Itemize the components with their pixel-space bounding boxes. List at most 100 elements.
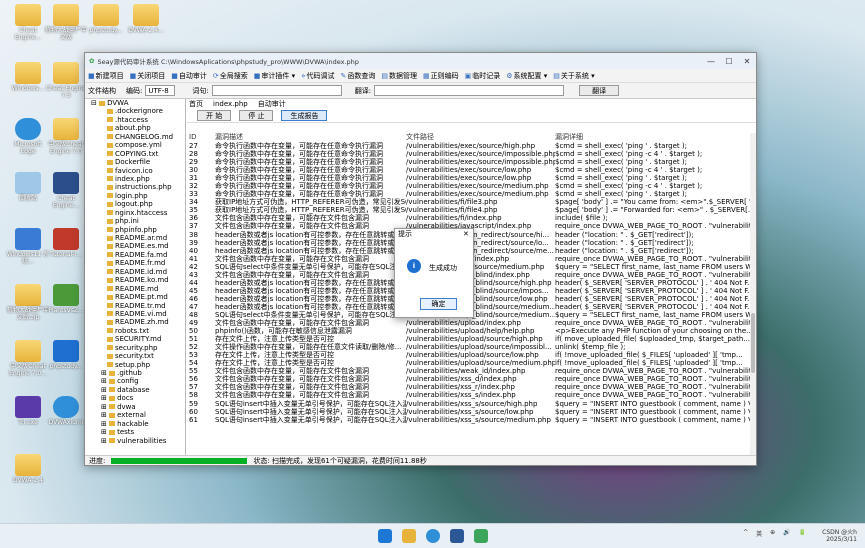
tree-file[interactable]: security.txt: [85, 352, 185, 360]
report-button[interactable]: 生成报告: [281, 110, 328, 121]
desktop-icon[interactable]: DVWA-2.4: [6, 454, 50, 484]
ime-indicator[interactable]: 英: [756, 529, 762, 543]
table-row[interactable]: 51 存在文件上传，注意上传类型是否可控/vulnerabilities/uplo…: [187, 335, 750, 343]
tree-folder[interactable]: ⊞ config: [85, 377, 185, 385]
desktop-icon[interactable]: Tutorial-i...: [44, 228, 88, 258]
edge-icon[interactable]: [426, 529, 440, 543]
desktop-icon[interactable]: 中文版Cheat Engine 7.0: [44, 118, 88, 155]
table-row[interactable]: 55 文件包含函数中存在变量，可能存在文件包含漏洞/vulnerabilities…: [187, 367, 750, 375]
menu-plugins[interactable]: ■审计插件 ▾: [254, 71, 295, 81]
table-row[interactable]: 61 SQL语句insert中插入变量无单引号保护，可能存在SQL注入漏洞/vul…: [187, 416, 750, 424]
ok-button[interactable]: 确定: [420, 298, 457, 310]
desktop-icon[interactable]: DVWAxiumi: [44, 396, 88, 426]
tree-file[interactable]: compose.yml: [85, 141, 185, 149]
desktop-icon[interactable]: Cheat Engine...: [44, 172, 88, 209]
tree-file[interactable]: index.php: [85, 175, 185, 183]
table-row[interactable]: 36 文件包含函数中存在变量，可能存在文件包含漏洞/vulnerabilities…: [187, 214, 750, 222]
tree-file[interactable]: README.fa.md: [85, 251, 185, 259]
tree-folder[interactable]: ⊞ .github: [85, 369, 185, 377]
tray-chevron-icon[interactable]: ^: [743, 529, 748, 543]
tree-file[interactable]: README.vi.md: [85, 310, 185, 318]
tree-file[interactable]: CHANGELOG.md: [85, 133, 185, 141]
tree-file[interactable]: logout.php: [85, 200, 185, 208]
table-row[interactable]: 28 命令执行函数中存在变量，可能存在任意命令执行漏洞/vulnerabiliti…: [187, 150, 750, 158]
tree-file[interactable]: phpinfo.php: [85, 226, 185, 234]
table-row[interactable]: 30 命令执行函数中存在变量，可能存在任意命令执行漏洞/vulnerabiliti…: [187, 166, 750, 174]
tree-file[interactable]: .htaccess: [85, 116, 185, 124]
tree-folder[interactable]: ⊞ hackable: [85, 420, 185, 428]
header-desc[interactable]: 漏洞描述: [215, 133, 406, 142]
menu-function-query[interactable]: ✎函数查询: [341, 71, 376, 81]
table-row[interactable]: 52 文件操作函数中存在变量，可能存在任意文件读取/删除/修... /vulnera…: [187, 343, 750, 351]
volume-icon[interactable]: 🔊: [783, 529, 790, 543]
menu-system-config[interactable]: ⚙系统配置 ▾: [506, 71, 547, 81]
tree-file[interactable]: README.es.md: [85, 242, 185, 250]
tree-file[interactable]: README.id.md: [85, 268, 185, 276]
store-icon[interactable]: [450, 529, 464, 543]
menu-about[interactable]: ▤关于系统 ▾: [553, 71, 594, 81]
table-row[interactable]: 53 存在文件上传，注意上传类型是否可控/vulnerabilities/uplo…: [187, 351, 750, 359]
tree-file[interactable]: security.php: [85, 344, 185, 352]
tree-file[interactable]: README.tr.md: [85, 302, 185, 310]
dialog-close-button[interactable]: ✕: [463, 229, 473, 240]
tree-file[interactable]: README.pt.md: [85, 293, 185, 301]
tree-folder[interactable]: ⊞ dvwa: [85, 403, 185, 411]
vertical-scrollbar[interactable]: [750, 133, 756, 457]
tree-file[interactable]: instructions.php: [85, 183, 185, 191]
desktop-icon[interactable]: DVWA-2.4...: [124, 4, 168, 34]
stop-button[interactable]: 停 止: [239, 110, 274, 121]
table-row[interactable]: 49 文件包含函数中存在变量，可能存在文件包含漏洞/vulnerabilities…: [187, 319, 750, 327]
tab-home[interactable]: 首页: [189, 99, 203, 109]
tree-file[interactable]: setup.php: [85, 361, 185, 369]
tree-folder[interactable]: ⊞ external: [85, 411, 185, 419]
tree-file[interactable]: README.md: [85, 285, 185, 293]
tree-file[interactable]: login.php: [85, 192, 185, 200]
header-id[interactable]: ID: [187, 133, 215, 142]
maximize-button[interactable]: ☐: [720, 57, 738, 66]
menu-auto-audit[interactable]: ■自动审计: [171, 71, 207, 81]
menu-new-project[interactable]: ■新建项目: [88, 71, 124, 81]
table-row[interactable]: 59 SQL语句insert中插入变量无单引号保护，可能存在SQL注入漏洞/vul…: [187, 400, 750, 408]
encoding-select[interactable]: UTF-8: [145, 85, 176, 96]
tab-auto-audit[interactable]: 自动审计: [258, 99, 286, 109]
battery-icon[interactable]: 🔋: [799, 529, 806, 543]
tree-folder[interactable]: ⊞ database: [85, 386, 185, 394]
start-icon[interactable]: [378, 529, 392, 543]
tree-file[interactable]: README.fr.md: [85, 259, 185, 267]
table-row[interactable]: 29 命令执行函数中存在变量，可能存在任意命令执行漏洞/vulnerabiliti…: [187, 158, 750, 166]
tree-file[interactable]: Dockerfile: [85, 158, 185, 166]
tree-folder[interactable]: ⊞ vulnerabilities: [85, 437, 185, 445]
scroll-thumb[interactable]: [751, 313, 755, 373]
table-row[interactable]: 56 文件包含函数中存在变量，可能存在文件包含漏洞/vulnerabilities…: [187, 375, 750, 383]
tab-index-php[interactable]: index.php: [213, 100, 248, 108]
header-path[interactable]: 文件路径: [406, 133, 555, 142]
tree-root[interactable]: ⊟ DVWA: [85, 99, 185, 107]
clock[interactable]: CSDN @火h 2025/3/11: [814, 529, 857, 543]
title-bar[interactable]: ✿ Seay源代码审计系统 C:\WindowsAplications\phps…: [85, 53, 756, 69]
desktop-icon[interactable]: phpstudy...: [44, 340, 88, 370]
explorer-icon[interactable]: [402, 529, 416, 543]
tree-file[interactable]: README.ko.md: [85, 276, 185, 284]
table-row[interactable]: 33 命令执行函数中存在变量，可能存在任意命令执行漏洞/vulnerabiliti…: [187, 190, 750, 198]
menu-regex[interactable]: ▦正则编码: [423, 71, 459, 81]
network-icon[interactable]: ⊕: [770, 529, 775, 543]
menu-close-project[interactable]: ■关闭项目: [130, 71, 166, 81]
desktop-icon[interactable]: Cheat Engine 7.5: [44, 62, 88, 99]
tree-file[interactable]: SECURITY.md: [85, 335, 185, 343]
desktop-icon[interactable]: 植物大战僵尸中文版: [44, 4, 88, 41]
word-input[interactable]: [211, 85, 342, 96]
desktop-icon[interactable]: PlantsVsZ...: [44, 284, 88, 314]
tree-file[interactable]: COPYING.txt: [85, 150, 185, 158]
tree-file[interactable]: README.ar.md: [85, 234, 185, 242]
table-row[interactable]: 31 命令执行函数中存在变量，可能存在任意命令执行漏洞/vulnerabiliti…: [187, 174, 750, 182]
table-row[interactable]: 35 获取IP地址方式可伪造，HTTP_REFERER可伪造，常见引发SQL注入/…: [187, 206, 750, 214]
translate-button[interactable]: 翻译: [579, 85, 620, 96]
desktop-icon[interactable]: phpstudy...: [84, 4, 128, 34]
tree-file[interactable]: .dockerignore: [85, 107, 185, 115]
translate-input[interactable]: [374, 85, 565, 96]
table-row[interactable]: 27 命令执行函数中存在变量，可能存在任意命令执行漏洞/vulnerabiliti…: [187, 142, 750, 150]
table-row[interactable]: 34 获取IP地址方式可伪造，HTTP_REFERER可伪造，常见引发SQL注入/…: [187, 198, 750, 206]
tree-file[interactable]: README.zh.md: [85, 318, 185, 326]
tree-file[interactable]: robots.txt: [85, 327, 185, 335]
table-row[interactable]: 57 文件包含函数中存在变量，可能存在文件包含漏洞/vulnerabilities…: [187, 383, 750, 391]
